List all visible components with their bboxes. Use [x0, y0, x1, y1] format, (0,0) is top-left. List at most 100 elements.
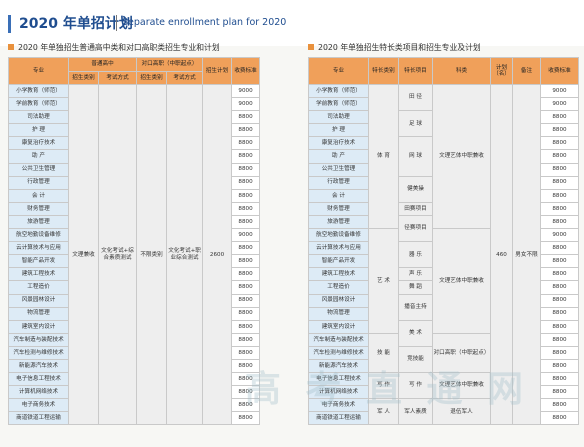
major-name-cell: 商道铁道工程运输	[8, 411, 69, 426]
fee-cell: 8800	[231, 293, 261, 308]
major-name-cell: 物流管理	[8, 306, 69, 321]
major-name-cell: 汽车检测与维修技术	[8, 345, 69, 360]
fee-cell: 8800	[540, 411, 579, 426]
major-name-cell: 司法助理	[308, 110, 369, 125]
fee-cell: 9000	[231, 97, 261, 112]
major-name-cell: 计算机网络技术	[8, 385, 69, 400]
fee-cell: 8800	[231, 332, 261, 347]
col-plan: 计划（名）	[490, 57, 513, 85]
fee-cell: 8800	[540, 123, 579, 138]
fee-cell: 8800	[540, 254, 579, 269]
watermark: 高 考 直 通 网	[244, 369, 529, 410]
fee-cell: 9000	[231, 228, 261, 243]
fee-cell: 8800	[231, 123, 261, 138]
major-name-cell: 助 产	[8, 149, 69, 164]
major-name-cell: 旅游管理	[8, 214, 69, 230]
fee-cell: 8800	[540, 398, 579, 413]
col-general: 普通高中	[67, 57, 138, 72]
left-plan-table: 专业 普通高中 对口高职（中职起点） 招生计划 收费标准 招生类别 考试方式 招…	[8, 57, 261, 426]
table-row: 小学教育（师范） 文理兼收 文化考试+综合素质测试 不限类别 文化考试+职业综合测试 26…	[8, 83, 261, 426]
major-name-cell: 云计算技术与应用	[308, 241, 369, 256]
fee-cell: 8800	[540, 241, 579, 256]
fee-cell: 8800	[540, 319, 579, 334]
major-name-cell: 康复治疗技术	[308, 136, 369, 151]
major-name-cell: 行政管理	[8, 175, 69, 190]
col-vocational-exam: 考试方式	[166, 71, 204, 85]
item-cell: 声 乐	[398, 267, 433, 282]
item-cell: 器 乐	[398, 241, 433, 269]
fee-cell: 8800	[231, 214, 261, 230]
major-name-cell: 商道铁道工程运输	[308, 411, 369, 426]
general-category-cell: 文理兼收	[68, 83, 99, 426]
fee-cell: 8800	[231, 345, 261, 360]
fee-cell: 9000	[540, 228, 579, 243]
col-plan: 招生计划	[202, 57, 233, 85]
major-name-cell: 公共卫生管理	[8, 162, 69, 177]
item-cell: 足 球	[398, 110, 433, 138]
vocational-exam-cell: 文化考试+职业综合测试	[166, 83, 204, 426]
major-name-cell: 旅游管理	[308, 214, 369, 230]
major-name-cell: 新能源汽车技术	[8, 358, 69, 374]
col-general-category: 招生类别	[68, 71, 99, 85]
item-cell: 田 径	[398, 83, 433, 112]
plan-total-cell: 2600	[202, 83, 233, 426]
fee-cell: 8800	[231, 201, 261, 216]
major-name-cell: 建筑室内设计	[8, 319, 69, 334]
category-sports-cell: 体 育	[368, 83, 399, 230]
page-subtitle: Separate enrollment plan for 2020	[122, 17, 287, 28]
fee-cell: 8800	[231, 241, 261, 256]
fee-cell: 8800	[231, 162, 261, 177]
major-name-cell: 会 计	[8, 188, 69, 203]
major-name-cell: 学前教育（师范）	[8, 97, 69, 112]
major-name-cell: 财务管理	[8, 201, 69, 216]
major-name-cell: 司法助理	[8, 110, 69, 125]
major-name-cell: 财务管理	[308, 201, 369, 216]
square-bullet-icon	[8, 44, 14, 50]
fee-cell: 8800	[231, 136, 261, 151]
fee-cell: 8800	[231, 280, 261, 295]
major-name-cell: 助 产	[308, 149, 369, 164]
fee-cell: 8800	[231, 188, 261, 203]
major-name-cell: 会 计	[308, 188, 369, 203]
title-separator	[116, 15, 117, 31]
item-cell: 径赛项目	[398, 214, 433, 243]
col-subject: 科类	[432, 57, 491, 85]
col-major: 专业	[8, 57, 69, 85]
fee-cell: 8800	[231, 254, 261, 269]
item-cell: 田赛项目	[398, 201, 433, 216]
fee-cell: 8800	[231, 319, 261, 334]
major-name-cell: 云计算技术与应用	[8, 241, 69, 256]
vocational-category-cell: 不限类别	[136, 83, 168, 426]
fee-cell: 8800	[231, 411, 261, 426]
fee-cell: 8800	[540, 306, 579, 321]
fee-cell: 8800	[540, 372, 579, 387]
title-accent-bar	[8, 15, 11, 33]
fee-cell: 8800	[540, 345, 579, 360]
fee-cell: 9000	[540, 97, 579, 112]
left-section-title: 2020 年单独招生普通高中类和对口高职类招生专业和计划	[8, 42, 220, 53]
major-name-cell: 汽车制造与装配技术	[308, 332, 369, 347]
page-header: 2020 年单招计划 Separate enrollment plan for …	[0, 0, 584, 46]
major-name-cell: 智能产品开发	[8, 254, 69, 269]
fee-cell: 8800	[540, 358, 579, 374]
major-name-cell: 护 理	[8, 123, 69, 138]
major-name-cell: 航空地勤设备维修	[308, 228, 369, 243]
major-name-cell: 建筑工程技术	[8, 267, 69, 282]
major-name-cell: 工程造价	[308, 280, 369, 295]
subject-cell: 文理艺体中职兼收	[432, 83, 491, 230]
item-cell: 网 球	[398, 136, 433, 177]
table-row: 小学教育（师范）体 育田 径文理艺体中职兼收 460 男女不限 9000	[308, 83, 579, 426]
fee-cell: 8800	[540, 280, 579, 295]
fee-cell: 8800	[231, 267, 261, 282]
major-name-cell: 工程造价	[8, 280, 69, 295]
col-fee: 收费标准	[231, 57, 261, 85]
col-general-exam: 考试方式	[97, 71, 138, 85]
fee-cell: 8800	[540, 162, 579, 177]
fee-cell: 8800	[540, 175, 579, 190]
major-name-cell: 建筑工程技术	[308, 267, 369, 282]
col-fee: 收费标准	[540, 57, 579, 85]
fee-cell: 8800	[540, 267, 579, 282]
item-cell: 播音主持	[398, 293, 433, 321]
major-name-cell: 电子信息工程技术	[8, 372, 69, 387]
fee-cell: 8800	[540, 332, 579, 347]
